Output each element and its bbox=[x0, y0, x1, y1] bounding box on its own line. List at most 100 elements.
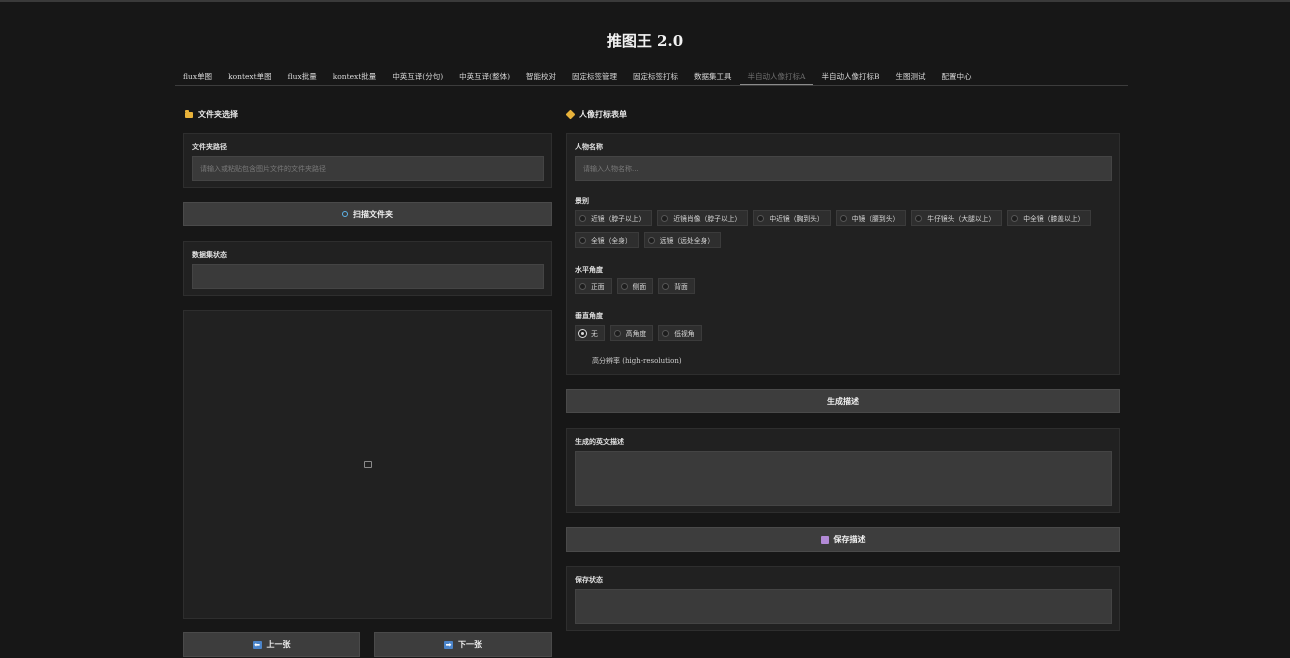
arrow-left-icon: ⬅ bbox=[252, 640, 262, 649]
high-res-checkbox[interactable] bbox=[579, 357, 586, 365]
vertical-angle-option[interactable]: 高角度 bbox=[609, 325, 654, 341]
person-name-label: 人物名称 bbox=[575, 143, 603, 151]
search-icon bbox=[342, 211, 348, 217]
radio-dot[interactable] bbox=[579, 214, 586, 222]
shot-option[interactable]: 近镜（脖子以上） bbox=[575, 210, 653, 226]
radio-label: 近镜（脖子以上） bbox=[591, 215, 646, 223]
tab-10[interactable]: 半自动人像打标A bbox=[739, 68, 814, 85]
vertical-angle-option[interactable]: 低视角 bbox=[658, 325, 702, 341]
top-border bbox=[0, 0, 1290, 2]
shot-option[interactable]: 中镜（腰到头） bbox=[835, 210, 907, 226]
tab-4[interactable]: 中英互译(分句) bbox=[384, 68, 451, 82]
vertical-angle-radio-group: 无 高角度 低视角 bbox=[575, 325, 702, 341]
prev-image-button[interactable]: ⬅ 上一张 bbox=[183, 632, 360, 657]
scan-folder-button[interactable]: 扫描文件夹 bbox=[183, 202, 552, 226]
tab-11[interactable]: 半自动人像打标B bbox=[813, 68, 887, 82]
radio-label: 无 bbox=[591, 330, 598, 338]
radio-dot[interactable] bbox=[579, 329, 586, 337]
vertical-angle-option[interactable]: 无 bbox=[575, 325, 605, 341]
radio-label: 牛仔镜头（大腿以上） bbox=[927, 215, 996, 223]
high-res-option[interactable]: 高分辨率 (high-resolution) bbox=[579, 356, 682, 366]
tab-13[interactable]: 配置中心 bbox=[933, 68, 979, 82]
generate-description-label: 生成描述 bbox=[827, 396, 859, 406]
tab-1[interactable]: kontext单图 bbox=[220, 68, 280, 82]
radio-label: 高角度 bbox=[625, 330, 647, 338]
shot-option[interactable]: 中近镜（胸到头） bbox=[753, 210, 831, 226]
radio-dot[interactable] bbox=[661, 214, 669, 222]
folder-path-input[interactable] bbox=[192, 156, 544, 181]
folder-section-title: 文件夹选择 bbox=[185, 109, 238, 120]
horizontal-angle-option[interactable]: 侧面 bbox=[616, 278, 654, 294]
radio-label: 背面 bbox=[674, 283, 688, 291]
horizontal-angle-option[interactable]: 正面 bbox=[575, 278, 612, 294]
radio-dot[interactable] bbox=[579, 282, 586, 290]
tab-bar: flux单图 kontext单图 flux批量 kontext批量 中英互译(分句) 中英… bbox=[175, 68, 1128, 86]
tab-5[interactable]: 中英互译(整体) bbox=[451, 68, 518, 82]
radio-label: 侧面 bbox=[632, 283, 647, 291]
portrait-form-panel: 人物名称 景别 近镜（脖子以上） 近镜肖像（脖子以上） 中近镜（胸到头） 中镜（腰到头… bbox=[566, 133, 1120, 375]
radio-label: 中近镜（胸到头） bbox=[769, 215, 824, 223]
shot-option[interactable]: 远镜（远处全身） bbox=[643, 232, 722, 248]
radio-dot[interactable] bbox=[915, 214, 923, 222]
shot-option[interactable]: 全镜（全身） bbox=[575, 232, 639, 248]
shot-option[interactable]: 牛仔镜头（大腿以上） bbox=[911, 210, 1003, 226]
radio-dot[interactable] bbox=[839, 214, 847, 222]
folder-section-label: 文件夹选择 bbox=[198, 110, 238, 119]
horizontal-angle-label: 水平角度 bbox=[575, 266, 603, 274]
tab-6[interactable]: 智能校对 bbox=[518, 68, 564, 82]
radio-label: 近镜肖像（脖子以上） bbox=[673, 215, 742, 223]
horizontal-angle-option[interactable]: 背面 bbox=[658, 278, 695, 294]
person-name-input[interactable] bbox=[575, 156, 1112, 181]
folder-icon bbox=[185, 109, 193, 118]
save-status-panel: 保存状态 bbox=[566, 566, 1120, 631]
next-image-button[interactable]: ➡ 下一张 bbox=[374, 632, 552, 657]
tab-7[interactable]: 固定标签管理 bbox=[564, 68, 625, 82]
tab-3[interactable]: kontext批量 bbox=[325, 68, 385, 82]
radio-label: 正面 bbox=[591, 283, 605, 291]
image-icon bbox=[364, 461, 372, 468]
horizontal-angle-radio-group: 正面 侧面 背面 bbox=[575, 278, 695, 294]
shot-label: 景别 bbox=[575, 197, 589, 205]
tab-2[interactable]: flux批量 bbox=[280, 68, 325, 82]
radio-label: 中镜（腰到头） bbox=[851, 215, 900, 223]
tab-9[interactable]: 数据集工具 bbox=[686, 68, 740, 82]
radio-dot[interactable] bbox=[579, 236, 586, 244]
save-description-button[interactable]: 保存描述 bbox=[566, 527, 1120, 552]
shot-option[interactable]: 近镜肖像（脖子以上） bbox=[657, 210, 749, 226]
arrow-right-icon: ➡ bbox=[444, 640, 453, 649]
folder-path-label: 文件夹路径 bbox=[192, 143, 227, 151]
dataset-status-field bbox=[192, 264, 544, 289]
radio-dot[interactable] bbox=[662, 329, 670, 337]
dataset-status-label: 数据集状态 bbox=[192, 251, 227, 259]
shot-radio-group: 近镜（脖子以上） 近镜肖像（脖子以上） 中近镜（胸到头） 中镜（腰到头） 牛仔镜头（大腿… bbox=[575, 210, 1115, 248]
save-icon bbox=[820, 535, 829, 544]
radio-dot[interactable] bbox=[757, 214, 765, 222]
english-description-textarea[interactable] bbox=[575, 451, 1112, 506]
radio-dot[interactable] bbox=[613, 329, 621, 337]
scan-folder-label: 扫描文件夹 bbox=[353, 209, 393, 219]
generate-description-button[interactable]: 生成描述 bbox=[566, 389, 1120, 413]
radio-label: 中全镜（膝盖以上） bbox=[1023, 215, 1085, 223]
folder-path-panel: 文件夹路径 bbox=[183, 133, 552, 188]
radio-dot[interactable] bbox=[1011, 214, 1019, 222]
radio-label: 全镜（全身） bbox=[591, 237, 632, 245]
prev-image-label: 上一张 bbox=[266, 640, 291, 649]
radio-dot[interactable] bbox=[620, 282, 628, 290]
tab-0[interactable]: flux单图 bbox=[175, 68, 220, 82]
radio-dot[interactable] bbox=[647, 236, 655, 244]
next-image-label: 下一张 bbox=[458, 640, 482, 649]
save-description-label: 保存描述 bbox=[833, 535, 866, 544]
app-title: 推图王 2.0 bbox=[606, 32, 684, 50]
portrait-form-label: 人像打标表单 bbox=[579, 110, 627, 119]
vertical-angle-label: 垂直角度 bbox=[575, 312, 603, 320]
shot-option[interactable]: 中全镜（膝盖以上） bbox=[1007, 210, 1092, 226]
dataset-status-panel: 数据集状态 bbox=[183, 241, 552, 296]
english-description-panel: 生成的英文描述 bbox=[566, 428, 1120, 513]
tag-icon bbox=[565, 109, 576, 120]
save-status-field bbox=[575, 589, 1112, 624]
tab-12[interactable]: 生图测试 bbox=[887, 68, 933, 82]
tab-8[interactable]: 固定标签打标 bbox=[625, 68, 686, 82]
image-preview bbox=[183, 310, 552, 619]
radio-dot[interactable] bbox=[662, 282, 670, 290]
high-res-label: 高分辨率 (high-resolution) bbox=[592, 357, 682, 365]
